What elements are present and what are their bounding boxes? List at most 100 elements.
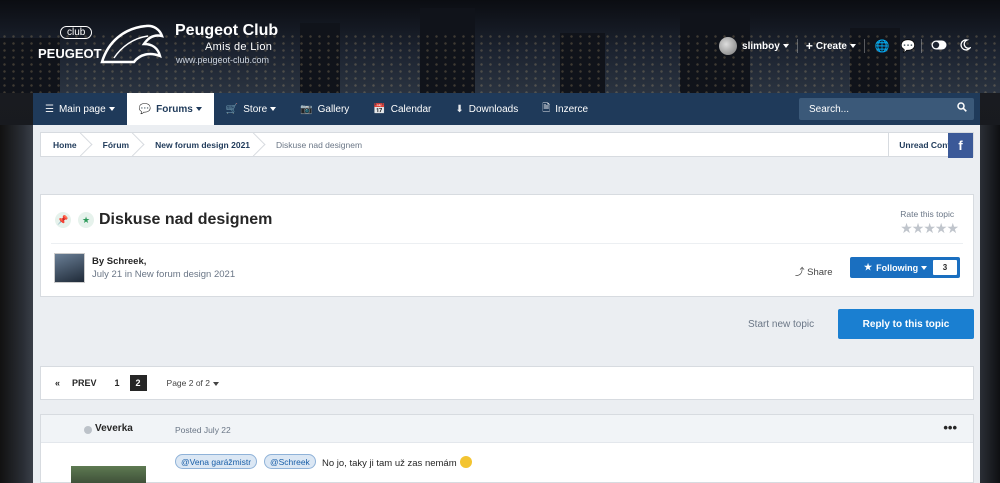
post-text: No jo, taky ji tam už zas nemám <box>322 456 472 469</box>
facebook-icon[interactable]: f <box>948 133 973 158</box>
following-button[interactable]: ★ Following 3 <box>850 257 960 278</box>
download-icon: ⬇ <box>455 103 464 115</box>
post-date[interactable]: Posted July 22 <box>175 425 231 435</box>
search-placeholder: Search... <box>809 103 850 115</box>
toggle-icon[interactable] <box>926 39 952 53</box>
smiley-icon <box>459 456 472 468</box>
logo-club-text: club <box>60 26 93 39</box>
mention-tag[interactable]: @Schreek <box>264 454 316 469</box>
topic-author[interactable]: By Schreek, <box>92 256 146 267</box>
share-button[interactable]: ⤴ Share <box>795 264 833 278</box>
breadcrumb-category[interactable]: New forum design 2021 <box>143 132 264 157</box>
tab-label: Store <box>243 103 268 115</box>
main-nav: ☰ Main page 💬 Forums 🛒 Store 📷 Gallery 📅 Cale… <box>33 93 980 125</box>
author-avatar[interactable] <box>54 253 85 283</box>
first-page-icon[interactable]: « <box>55 378 60 388</box>
tab-label: Main page <box>58 103 106 115</box>
topic-meta: July 21 in New forum design 2021 <box>92 269 236 280</box>
share-label: Share <box>807 267 833 278</box>
menu-icon: ☰ <box>45 103 54 115</box>
tab-label: Gallery <box>317 103 350 115</box>
main-content: Home Fórum New forum design 2021 Diskuse… <box>33 125 980 483</box>
divider <box>921 39 922 53</box>
calendar-icon: 📅 <box>373 103 386 115</box>
tab-calendar[interactable]: 📅 Calendar <box>361 93 443 125</box>
start-new-topic-link[interactable]: Start new topic <box>748 319 814 330</box>
camera-icon: 📷 <box>300 103 313 115</box>
side-decor-left <box>0 125 33 483</box>
page-jump-dropdown[interactable]: Page 2 of 2 <box>166 378 220 388</box>
tab-main-page[interactable]: ☰ Main page <box>33 93 127 125</box>
post-body: No jo, taky ji tam už zas nemám <box>322 458 457 469</box>
user-avatar <box>719 37 738 55</box>
rating-stars[interactable]: ★★★★★ <box>900 220 959 237</box>
post-header: Veverka Posted July 22 ••• <box>41 415 973 443</box>
lion-icon <box>100 24 164 64</box>
tab-label: Forums <box>156 103 193 115</box>
prev-page-button[interactable]: PREV <box>72 378 97 388</box>
page-1-button[interactable]: 1 <box>109 375 126 391</box>
post-author-avatar[interactable] <box>71 466 146 483</box>
user-menu[interactable]: slimboy <box>711 37 797 55</box>
tab-downloads[interactable]: ⬇ Downloads <box>443 93 530 125</box>
chevron-down-icon <box>782 44 789 48</box>
breadcrumb-current: Diskuse nad designem <box>276 139 363 150</box>
tab-label: Downloads <box>468 103 519 115</box>
chevron-down-icon <box>921 265 928 270</box>
breadcrumb-home[interactable]: Home <box>41 132 91 157</box>
logo-peugeot-text: PEUGEOT <box>38 46 102 61</box>
chevron-down-icon <box>270 107 277 111</box>
rate-label: Rate this topic <box>900 209 955 219</box>
chevron-down-icon <box>850 44 856 48</box>
reply-button[interactable]: Reply to this topic <box>838 309 974 339</box>
breadcrumb-forum[interactable]: Fórum <box>91 132 143 157</box>
following-label: Following <box>876 262 919 273</box>
comments-icon: 💬 <box>138 103 152 115</box>
offline-indicator <box>84 426 92 434</box>
moon-icon[interactable] <box>952 38 978 54</box>
mention-tag[interactable]: @Vena garážmistr <box>175 454 258 469</box>
tab-label: Calendar <box>390 103 432 115</box>
pagination: « PREV 1 2 Page 2 of 2 <box>40 366 974 400</box>
brand-subtitle: Amis de Lion <box>205 41 273 53</box>
chevron-down-icon <box>213 381 220 386</box>
side-decor-right <box>980 125 1000 483</box>
create-label: Create <box>815 40 847 52</box>
page-of-label: Page 2 of 2 <box>166 378 211 388</box>
page-2-button[interactable]: 2 <box>129 375 147 391</box>
divider <box>51 243 963 244</box>
post-menu-icon[interactable]: ••• <box>943 420 957 435</box>
post: Veverka Posted July 22 ••• @Vena garážmi… <box>40 414 974 483</box>
brand-url: www.peugeot-club.com <box>176 55 270 65</box>
chevron-down-icon <box>108 107 115 111</box>
topic-title: Diskuse nad designem <box>99 211 273 228</box>
breadcrumb: Home Fórum New forum design 2021 Diskuse… <box>40 132 974 157</box>
post-author[interactable]: Veverka <box>95 423 133 434</box>
globe-icon[interactable]: 🌐 <box>869 39 895 53</box>
plus-icon: + <box>805 39 813 53</box>
pin-icon: 📌 <box>55 212 71 228</box>
file-icon: 🗎 <box>542 102 551 114</box>
divider <box>864 39 865 53</box>
share-icon: ⤴ <box>795 267 805 278</box>
topic-header: 📌 ★ Diskuse nad designem Rate this topic… <box>40 194 974 297</box>
chat-icon[interactable]: 💬 <box>895 39 921 53</box>
star-icon: ★ <box>864 262 873 272</box>
tab-store[interactable]: 🛒 Store <box>214 93 288 125</box>
user-bar: slimboy + Create 🌐 💬 <box>711 37 1000 55</box>
featured-star-icon: ★ <box>78 212 94 228</box>
brand-title[interactable]: Peugeot Club <box>175 22 278 40</box>
rating: Rate this topic ★★★★★ <box>900 209 959 237</box>
tab-forums[interactable]: 💬 Forums <box>126 93 214 125</box>
cart-icon: 🛒 <box>225 103 239 115</box>
search-icon[interactable] <box>957 102 967 115</box>
create-button[interactable]: + Create <box>798 39 864 53</box>
search-input[interactable]: Search... <box>799 98 974 120</box>
tab-label: Inzerce <box>555 103 589 115</box>
site-logo[interactable]: club PEUGEOT <box>38 22 168 70</box>
tab-gallery[interactable]: 📷 Gallery <box>288 93 361 125</box>
tab-inzerce[interactable]: 🗎 Inzerce <box>530 93 600 125</box>
followers-count: 3 <box>933 260 957 275</box>
user-name: slimboy <box>742 40 780 52</box>
chevron-down-icon <box>195 107 202 111</box>
